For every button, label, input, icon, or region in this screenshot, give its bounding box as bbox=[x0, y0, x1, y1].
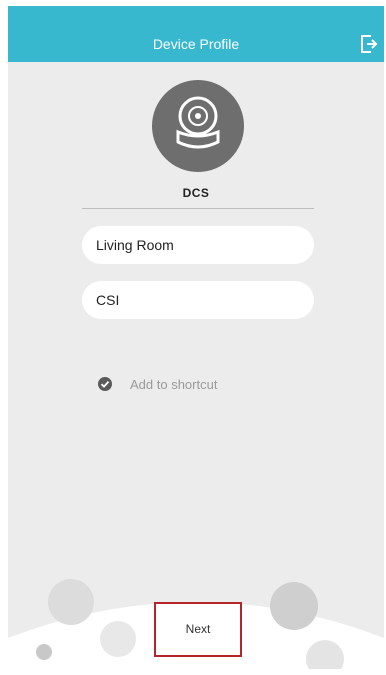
page-title: Device Profile bbox=[152, 36, 240, 52]
shortcut-label: Add to shortcut bbox=[130, 376, 218, 392]
decor-bubble bbox=[36, 644, 52, 660]
add-to-shortcut-toggle[interactable]: Add to shortcut bbox=[98, 374, 217, 394]
next-button[interactable]: Next bbox=[154, 602, 242, 657]
logout-icon[interactable] bbox=[360, 34, 378, 54]
screen: Device Profile DCS Add to shortcut bbox=[8, 6, 384, 669]
decor-bubble bbox=[48, 579, 94, 625]
decor-bubble bbox=[270, 582, 318, 630]
divider bbox=[82, 208, 314, 209]
camera-icon bbox=[176, 96, 220, 149]
header-bar: Device Profile bbox=[8, 6, 384, 62]
device-name-field[interactable] bbox=[82, 226, 314, 264]
decor-bubble bbox=[100, 621, 136, 657]
device-pin-field[interactable] bbox=[82, 281, 314, 319]
check-icon[interactable] bbox=[98, 377, 112, 391]
device-avatar bbox=[152, 80, 244, 172]
device-name: DCS bbox=[182, 186, 210, 200]
